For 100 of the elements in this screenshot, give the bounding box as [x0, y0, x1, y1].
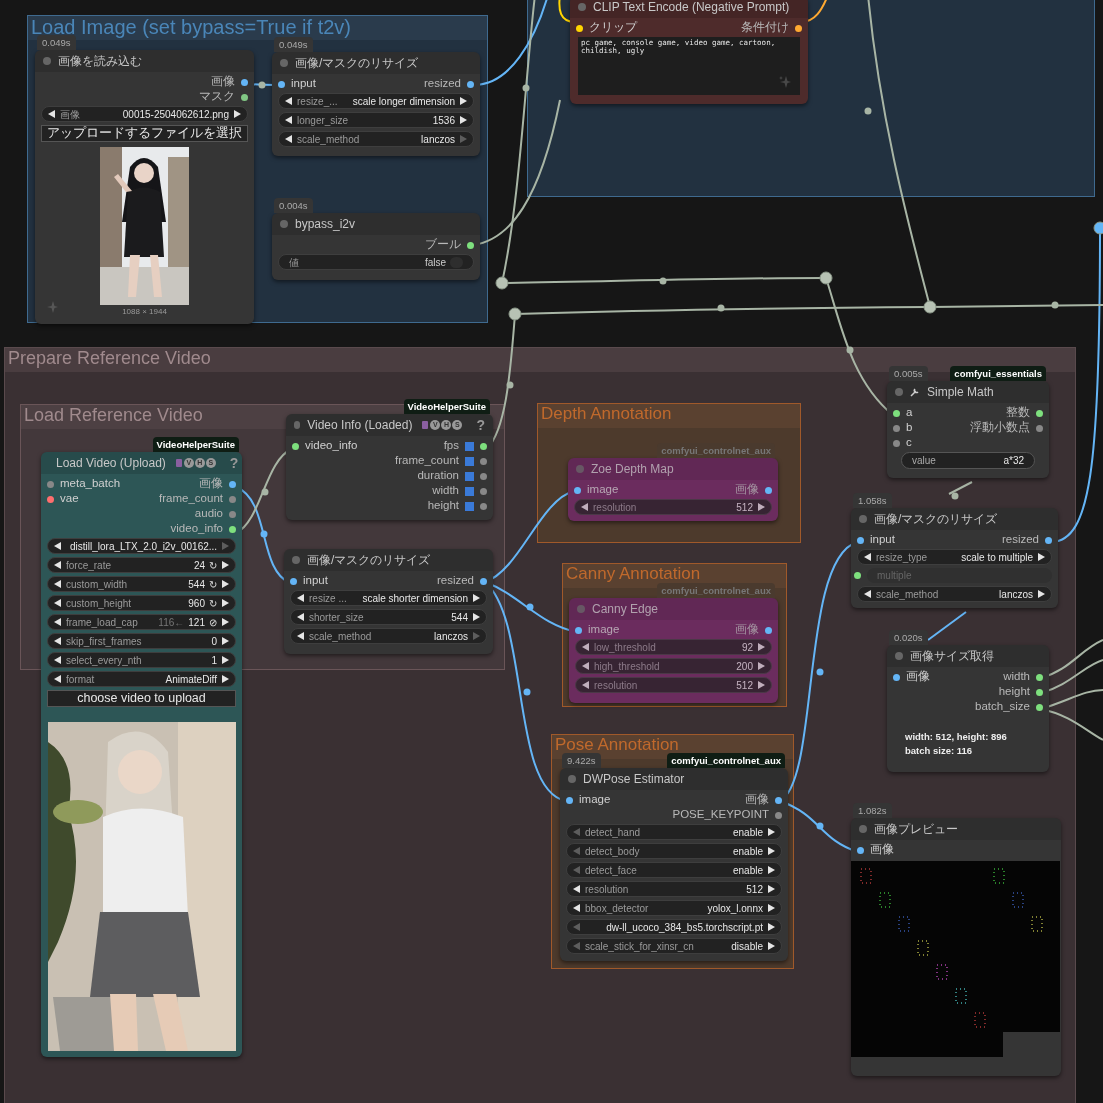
widget-value: dw-ll_ucoco_384_bs5.torchscript.pt [606, 920, 763, 935]
next-arrow-icon[interactable] [233, 109, 242, 119]
combo-widget[interactable]: resolution 512 [574, 499, 772, 515]
output-label: マスク [199, 89, 235, 105]
widget-label: scale_stick_for_xinsr_cn [585, 939, 694, 954]
toggle-knob[interactable] [450, 256, 463, 268]
output-label: 浮動小数点 [970, 420, 1030, 436]
previous-arrow-icon[interactable] [863, 589, 872, 599]
combo-widget[interactable]: detect_face enable [566, 862, 782, 878]
node-card[interactable]: 画像/マスクのリサイズ input resized resize ... scale shorter dimension shorter_size 544 scale_method lanczos [284, 549, 493, 654]
widget-value: enable [732, 825, 763, 840]
node-badge: VideoHelperSuite [403, 399, 490, 414]
widget-label: scale_method [876, 587, 939, 602]
widget-label: scale_method [297, 132, 360, 147]
widget-value: 1 [211, 653, 217, 668]
combo-widget[interactable]: distill_lora_LTX_2.0_i2v_00162... [47, 538, 236, 554]
output-label: 条件付け [741, 20, 789, 36]
node-title: Simple Math [927, 384, 994, 401]
combo-widget[interactable]: shorter_size 544 [290, 609, 487, 625]
node-title: Zoe Depth Map [591, 461, 674, 478]
combo-widget[interactable]: resolution 512 [566, 881, 782, 897]
widget-glyph[interactable]: ⊘ [209, 614, 217, 630]
widget-glyph[interactable]: ↻ [209, 557, 217, 573]
upload-button[interactable]: choose video to upload [47, 690, 236, 707]
combo-widget[interactable]: dw-ll_ucoco_384_bs5.torchscript.pt [566, 919, 782, 935]
combo-widget[interactable]: 画像 00015-2504062612.png [41, 106, 248, 122]
widget-value: 200 [736, 659, 753, 674]
combo-widget[interactable]: scale_method lanczos [278, 131, 474, 147]
size-info-text: batch size: 116 [905, 744, 974, 759]
combo-widget[interactable]: skip_first_frames 0 [47, 633, 236, 649]
widget-value: distill_lora_LTX_2.0_i2v_00162... [70, 539, 218, 554]
node-card[interactable] [41, 452, 242, 1057]
input-label: image [588, 622, 620, 638]
combo-widget[interactable]: scale_stick_for_xinsr_cn disable [566, 938, 782, 954]
output-label: fps [443, 438, 459, 454]
next-arrow-icon[interactable] [1037, 589, 1046, 599]
combo-widget[interactable]: custom_height 960 ↻ [47, 595, 236, 611]
node-title: Canny Edge [592, 601, 659, 618]
node-card[interactable]: Simple Math a 整数 b 浮動小数点 c value a*32 [887, 381, 1049, 478]
previous-arrow-icon[interactable] [47, 109, 56, 119]
widget-value: 960 [188, 596, 205, 611]
output-label: frame_count [159, 491, 223, 507]
node-card[interactable] [560, 768, 788, 961]
previous-arrow-icon[interactable] [580, 502, 589, 512]
combo-widget[interactable]: scale_method lanczos [290, 628, 487, 644]
widget-glyph[interactable]: ↻ [209, 595, 217, 611]
node-card[interactable]: 画像/マスクのリサイズ input resized resize_... scale longer dimension longer_size 1536 scale_method lanczos [272, 52, 480, 156]
input-label: 画像 [870, 842, 894, 858]
widget-value: 512 [746, 882, 763, 897]
node-card[interactable]: Canny Edge image 画像 low_threshold 92 high_threshold 200 resolution 512 [569, 598, 778, 703]
widget-label: resolution [594, 678, 638, 693]
output-label: width [432, 483, 459, 499]
output-label: batch_size [975, 699, 1030, 715]
widget-value: 1536 [432, 113, 455, 128]
node-card[interactable]: Zoe Depth Map image 画像 resolution 512 [568, 458, 778, 521]
combo-widget[interactable]: high_threshold 200 [575, 658, 772, 674]
combo-widget[interactable]: bbox_detector yolox_l.onnx [566, 900, 782, 916]
node-title: 画像プレビュー [874, 821, 958, 838]
next-arrow-icon[interactable] [757, 502, 766, 512]
combo-widget[interactable]: resize_type scale to multiple [857, 549, 1052, 565]
combo-widget[interactable]: custom_width 544 ↻ [47, 576, 236, 592]
widget-label: low_threshold [594, 640, 656, 655]
size-info-text: width: 512, height: 896 [905, 730, 1008, 744]
execution-time: 0.049s [274, 37, 313, 52]
node-badge: comfyui_controlnet_aux [657, 443, 775, 458]
combo-widget[interactable]: detect_hand enable [566, 824, 782, 840]
combo-widget[interactable]: frame_load_cap 116← 121 ⊘ [47, 614, 236, 630]
combo-widget[interactable]: select_every_nth 1 [47, 652, 236, 668]
widget-label: resize ... [309, 591, 347, 606]
combo-widget[interactable]: format AnimateDiff [47, 671, 236, 687]
node-card[interactable]: 画像を読み込む 画像 マスク 画像 00015-2504062612.png アップロードするファイルを選択 1088 × 1944 [35, 50, 254, 324]
input-label: 画像 [906, 669, 930, 685]
widget-label: format [66, 672, 95, 687]
node-card[interactable]: 画像サイズ取得 画像 width height batch_size width: 512, height: 896 batch size: 116 [887, 645, 1049, 772]
output-label: height [998, 684, 1030, 700]
node-card[interactable]: bypass_i2v ブール 値 false [272, 213, 480, 280]
combo-widget[interactable]: resize_... scale longer dimension [278, 93, 474, 109]
combo-widget[interactable]: scale_method lanczos [857, 586, 1052, 602]
input-label: input [870, 532, 895, 548]
next-arrow-icon[interactable] [1037, 552, 1046, 562]
widget-glyph[interactable]: ↻ [209, 576, 217, 592]
previous-arrow-icon[interactable] [863, 552, 872, 562]
widget-value: 92 [741, 640, 753, 655]
combo-widget[interactable]: resolution 512 [575, 677, 772, 693]
execution-time: 9.422s [562, 753, 601, 768]
combo-widget[interactable]: longer_size 1536 [278, 112, 474, 128]
toggle-widget[interactable]: 値 false [278, 254, 474, 270]
puppet-icon [174, 458, 183, 468]
combo-widget[interactable]: low_threshold 92 [575, 639, 772, 655]
execution-time: 0.004s [274, 198, 313, 213]
execution-time: 0.049s [37, 35, 76, 50]
node-card[interactable]: 画像プレビュー 画像 [851, 818, 1061, 1076]
text-widget[interactable]: value a*32 [901, 452, 1035, 469]
combo-widget[interactable]: force_rate 24 ↻ [47, 557, 236, 573]
help-link[interactable]: ? [476, 414, 485, 436]
upload-button[interactable]: アップロードするファイルを選択 [41, 125, 248, 142]
link-wire [948, 481, 973, 495]
combo-widget[interactable]: resize ... scale shorter dimension [290, 590, 487, 606]
combo-widget[interactable]: detect_body enable [566, 843, 782, 859]
output-label: width [1003, 669, 1030, 685]
